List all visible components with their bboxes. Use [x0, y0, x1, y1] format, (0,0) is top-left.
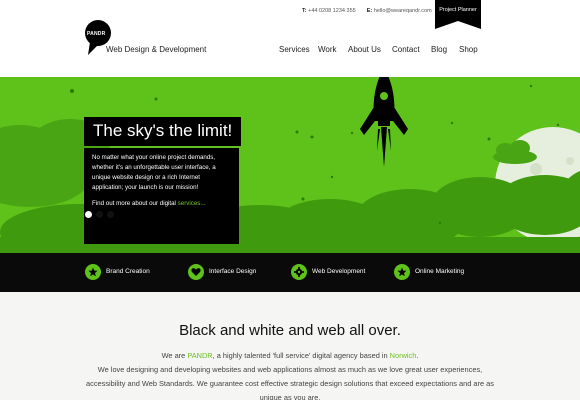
service-label: Web Development — [312, 268, 366, 275]
intro-text-rest: We love designing and developing website… — [86, 365, 494, 400]
service-label: Interface Design — [209, 268, 257, 275]
phone-label: T: — [302, 8, 307, 14]
nav-work[interactable]: Work — [318, 45, 337, 54]
company-link[interactable]: PANDR — [187, 351, 212, 360]
heart-icon — [188, 264, 204, 280]
main-nav: Services Work About Us Contact Blog Shop — [0, 45, 580, 57]
nav-blog[interactable]: Blog — [431, 45, 447, 54]
star-icon — [394, 264, 410, 280]
rocket-icon — [360, 77, 408, 167]
intro-text-b: , a highly talented 'full service' digit… — [212, 351, 390, 360]
phone-number: +44 0208 1234 355 — [308, 8, 356, 14]
intro-text-a: We are — [161, 351, 188, 360]
hero-banner: The sky's the limit! No matter what your… — [0, 77, 580, 253]
slider-dot-3[interactable] — [107, 211, 114, 218]
gear-icon — [291, 264, 307, 280]
hero-services-link[interactable]: services... — [178, 200, 206, 207]
slider-dot-2[interactable] — [96, 211, 103, 218]
hero-cta-prefix: Find out more about our digital — [92, 200, 176, 207]
intro-text-c: . — [416, 351, 419, 360]
hero-description: No matter what your online project deman… — [84, 148, 239, 244]
site-header: PANDR Web Design & Development T: +44 02… — [0, 0, 580, 77]
service-label: Online Marketing — [415, 268, 465, 275]
contact-info: T: +44 0208 1234 355 E: hello@weareqandr… — [302, 8, 432, 14]
hero-body-text: No matter what your online project deman… — [92, 154, 216, 191]
star-icon — [85, 264, 101, 280]
services-bar: Brand Creation Interface Design Web Deve… — [0, 253, 580, 292]
email-link[interactable]: hello@weareqandr.com — [374, 8, 432, 14]
nav-about-us[interactable]: About Us — [348, 45, 381, 54]
email-label: E: — [366, 8, 373, 14]
nav-shop[interactable]: Shop — [459, 45, 478, 54]
hero-cta-text: Find out more about our digital services… — [92, 199, 231, 209]
project-planner-button[interactable]: Project Planner — [435, 7, 481, 13]
intro-title: Black and white and web all over. — [179, 322, 401, 339]
hero-panel: The sky's the limit! No matter what your… — [84, 117, 242, 244]
logo-text[interactable]: PANDR — [87, 31, 105, 37]
project-planner-ribbon[interactable] — [435, 0, 481, 29]
nav-contact[interactable]: Contact — [392, 45, 420, 54]
slider-dot-1[interactable] — [85, 211, 92, 218]
service-label: Brand Creation — [106, 268, 150, 275]
intro-section: Black and white and web all over. We are… — [0, 292, 580, 400]
city-link[interactable]: Norwich — [390, 351, 417, 360]
intro-text: We are PANDR, a highly talented 'full se… — [85, 349, 495, 400]
hero-title: The sky's the limit! — [84, 117, 242, 146]
nav-services[interactable]: Services — [279, 45, 310, 54]
